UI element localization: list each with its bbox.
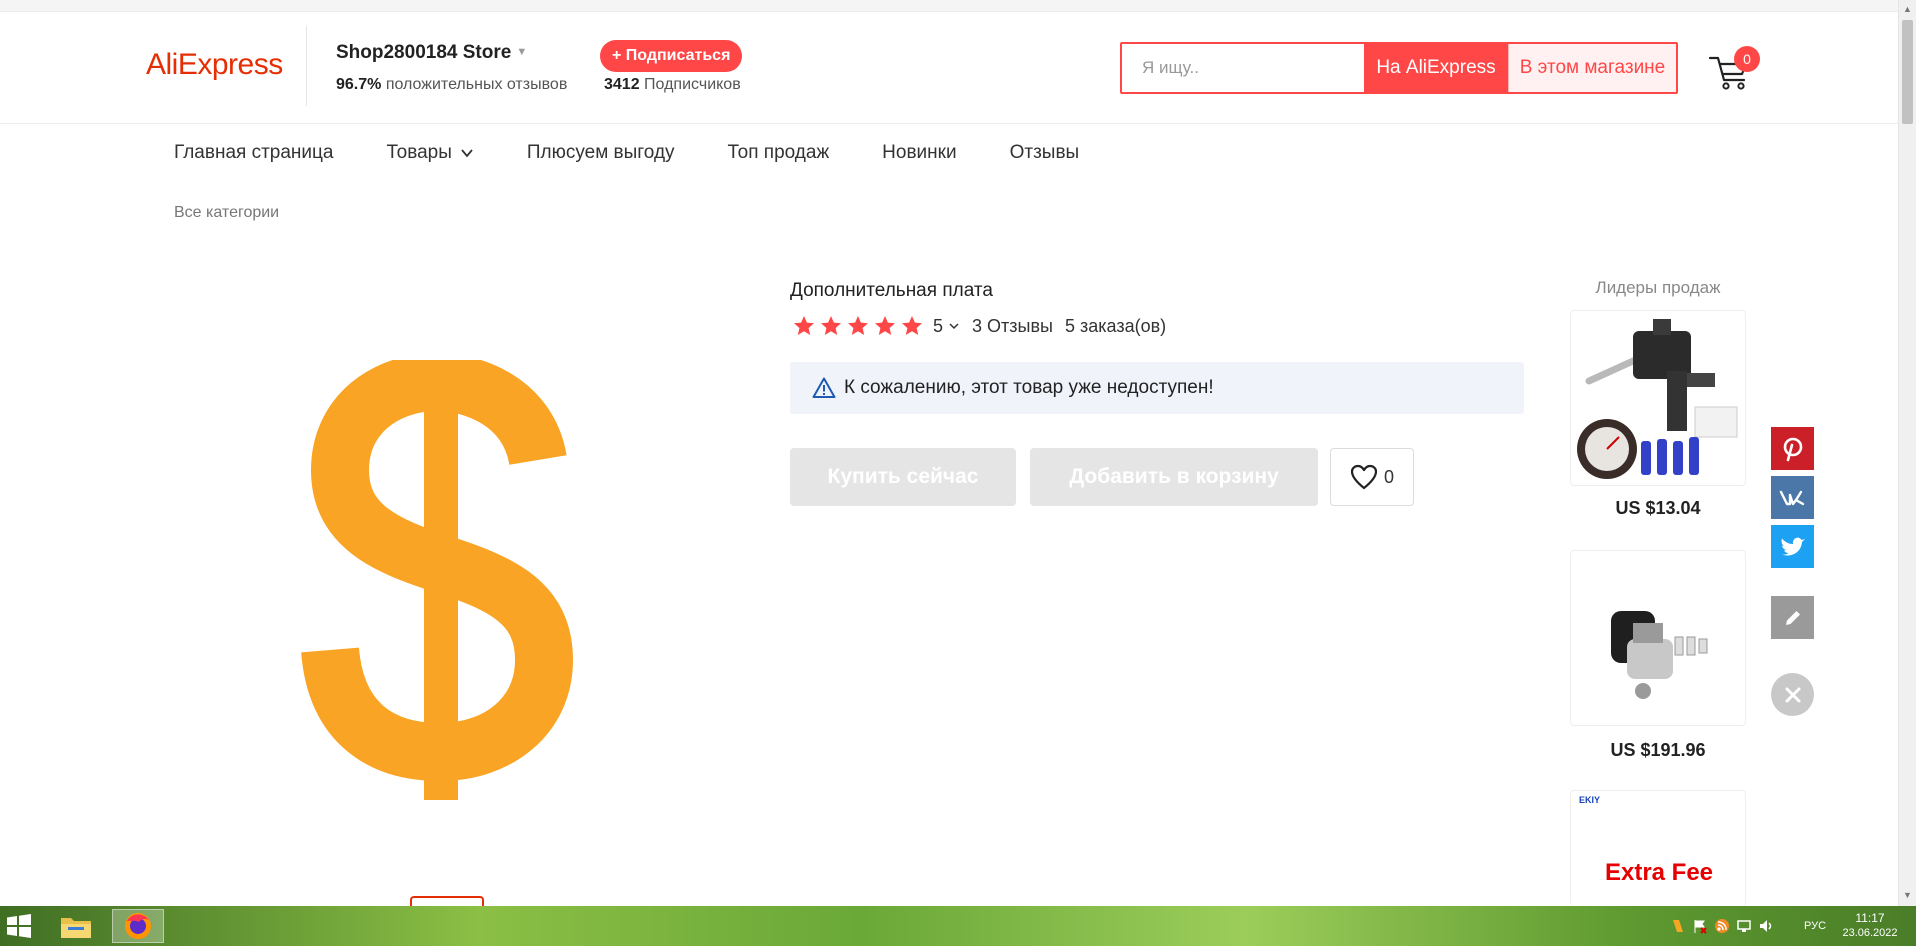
best-seller-price-2[interactable]: US $191.96 <box>1570 740 1746 761</box>
nav-reviews[interactable]: Отзывы <box>1010 142 1080 164</box>
tray-network-icon[interactable] <box>1736 918 1752 934</box>
clock-time: 11:17 <box>1855 911 1885 925</box>
store-rating-text: положительных отзывов <box>385 76 568 93</box>
pinterest-icon <box>1783 437 1802 461</box>
nav-home[interactable]: Главная страница <box>174 142 334 164</box>
rating-row: 5 3 Отзывы 5 заказа(ов) <box>792 314 1166 338</box>
extra-fee-label: Extra Fee <box>1604 859 1714 886</box>
star-icon <box>875 316 895 335</box>
buy-now-button[interactable]: Купить сейчас <box>790 448 1016 506</box>
add-to-cart-button[interactable]: Добавить в корзину <box>1030 448 1318 506</box>
valve-image <box>1611 611 1708 699</box>
orders-count: 5 заказа(ов) <box>1064 315 1167 336</box>
cart-count-badge: 0 <box>1734 46 1760 72</box>
logo-divider <box>306 26 307 106</box>
nav-top-sales[interactable]: Топ продаж <box>728 142 830 164</box>
followers-number: 3412 <box>604 76 640 93</box>
star-icon <box>902 316 922 335</box>
store-caret-icon[interactable]: ▼ <box>516 46 527 58</box>
followers-label: Подписчиков <box>644 76 741 93</box>
taskbar-firefox[interactable] <box>112 909 164 943</box>
search-bar: На AliExpress В этом магазине <box>1120 42 1678 94</box>
page-scrollbar[interactable]: ▲ ▼ <box>1898 0 1916 906</box>
best-sellers-title: Лидеры продаж <box>1595 278 1721 297</box>
star-icon <box>848 316 868 335</box>
star-icon <box>821 316 841 335</box>
language-indicator[interactable]: РУС <box>1804 920 1826 932</box>
pinterest-share-button[interactable] <box>1771 427 1814 470</box>
system-tray <box>1670 918 1780 934</box>
store-rating: 96.7% положительных отзывов <box>336 76 567 94</box>
folder-icon <box>61 918 91 938</box>
best-seller-card-3[interactable]: EKIY Extra Fee <box>1570 790 1746 906</box>
unavailable-notice: К сожалению, этот товар уже недоступен! <box>790 362 1524 414</box>
product-title: Дополнительная плата <box>790 280 993 301</box>
close-icon <box>1785 687 1800 702</box>
chevron-down-icon[interactable] <box>948 320 960 332</box>
nav-products[interactable]: Товары <box>387 142 474 164</box>
store-header: AliExpress Shop2800184 Store ▼ 96.7% поло… <box>0 12 1898 124</box>
taskbar: РУС 11:17 23.06.2022 <box>0 906 1916 946</box>
best-seller-price-1[interactable]: US $13.04 <box>1570 498 1746 519</box>
pencil-icon <box>1785 610 1800 625</box>
ekiy-brand: EKIY <box>1579 795 1601 805</box>
search-input[interactable] <box>1122 44 1364 92</box>
vk-share-button[interactable] <box>1771 476 1814 519</box>
tray-app-icon[interactable] <box>1670 918 1686 934</box>
notice-text: К сожалению, этот товар уже недоступен! <box>844 377 1214 398</box>
scroll-down-icon[interactable]: ▼ <box>1903 890 1912 900</box>
store-name-text[interactable]: Shop2800184 Store <box>336 42 511 63</box>
top-strip <box>0 0 1898 12</box>
cart-button[interactable]: 0 <box>1706 46 1760 96</box>
best-seller-card-1[interactable] <box>1570 310 1746 486</box>
reviews-link[interactable]: 3 Отзывы <box>972 316 1053 337</box>
windows-start-icon[interactable] <box>6 914 32 938</box>
subscribe-button[interactable]: + Подписаться <box>600 40 743 72</box>
all-categories-link[interactable]: Все категории <box>174 204 279 222</box>
vk-icon <box>1779 490 1804 505</box>
close-share-button[interactable] <box>1771 673 1814 716</box>
search-store-button[interactable]: В этом магазине <box>1508 44 1676 92</box>
twitter-icon <box>1780 537 1805 555</box>
scroll-up-icon[interactable]: ▲ <box>1903 4 1912 14</box>
tray-volume-icon[interactable] <box>1758 918 1774 934</box>
aliexpress-logo[interactable]: AliExpress <box>146 48 283 82</box>
tray-feed-icon[interactable] <box>1714 918 1730 934</box>
store-name[interactable]: Shop2800184 Store ▼ <box>336 42 527 64</box>
nav-new[interactable]: Новинки <box>882 142 956 164</box>
taskbar-file-explorer[interactable] <box>50 909 102 943</box>
scroll-thumb[interactable] <box>1902 20 1913 124</box>
taskbar-clock[interactable]: 11:17 23.06.2022 <box>1838 911 1902 939</box>
followers-count: 3412 Подписчиков <box>604 76 741 94</box>
store-rating-percent: 96.7% <box>336 76 382 93</box>
firefox-icon <box>125 913 151 939</box>
wishlist-count: 0 <box>1383 466 1394 487</box>
best-seller-card-2[interactable] <box>1570 550 1746 726</box>
warning-icon <box>812 377 836 398</box>
star-icon <box>794 316 814 335</box>
store-nav: Главная страница Товары Плюсуем выгоду Т… <box>174 142 1132 164</box>
fuel-regulator-kit-image <box>1577 319 1738 479</box>
wishlist-button[interactable]: 0 <box>1330 448 1414 506</box>
heart-icon <box>1350 464 1378 490</box>
nav-products-label[interactable]: Товары <box>387 142 452 164</box>
nav-promo[interactable]: Плюсуем выгоду <box>527 142 675 164</box>
clock-date: 23.06.2022 <box>1842 927 1898 939</box>
rating-value[interactable]: 5 <box>933 316 943 337</box>
tray-flag-icon[interactable] <box>1692 918 1708 934</box>
feedback-button[interactable] <box>1771 596 1814 639</box>
product-image-dollar-icon[interactable] <box>300 360 600 800</box>
search-aliexpress-button[interactable]: На AliExpress <box>1364 44 1508 92</box>
twitter-share-button[interactable] <box>1771 525 1814 568</box>
chevron-down-icon <box>461 149 473 158</box>
